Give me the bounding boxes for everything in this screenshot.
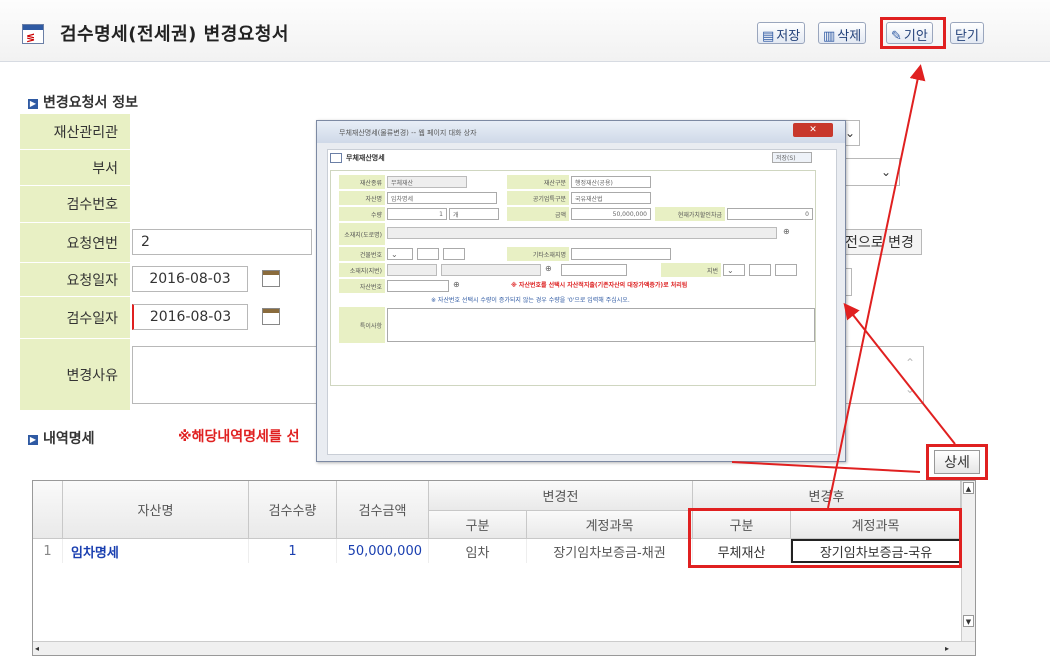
arrow-line: [731, 461, 921, 473]
annotation-arrows: [731, 64, 956, 509]
arrow-to-draft: [827, 64, 926, 509]
arrow-to-dialog: [843, 302, 956, 445]
